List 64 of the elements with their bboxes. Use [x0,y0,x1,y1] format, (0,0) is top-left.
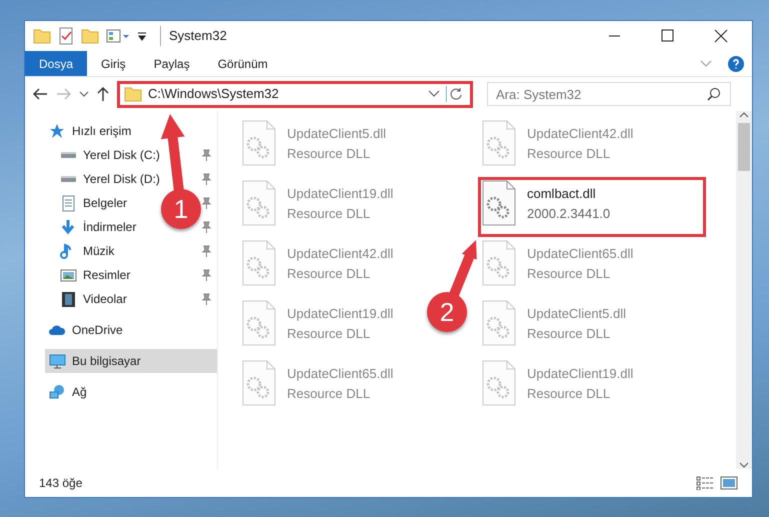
nav-item[interactable]: Hızlı erişim [45,119,136,143]
large-icons-view-icon[interactable] [720,476,738,490]
download-icon [60,218,77,236]
ribbon-tab[interactable]: Paylaş [140,51,204,76]
file-item[interactable]: UpdateClient5.dll Resource DLL [478,297,630,357]
properties-icon[interactable] [58,27,74,45]
nav-item[interactable]: Resimler [56,263,134,287]
file-item[interactable]: UpdateClient42.dll Resource DLL [238,237,396,297]
dropdown-icon[interactable] [428,90,440,98]
file-item[interactable]: UpdateClient42.dll Resource DLL [478,117,636,177]
view-options-icon[interactable] [106,28,130,44]
drive-icon [60,176,77,182]
folder-icon [124,85,142,103]
nav-item[interactable]: Videolar [56,287,131,311]
address-field[interactable]: C:\Windows\System32 [117,80,473,108]
docs-icon [60,194,77,212]
network-icon [49,384,66,400]
gear-file-icon [481,120,517,166]
ribbon-tab[interactable]: Görünüm [204,51,282,76]
scroll-thumb[interactable] [738,123,750,171]
recent-locations-icon[interactable] [79,90,89,98]
file-item[interactable]: UpdateClient5.dll Resource DLL [238,117,390,177]
scroll-up-icon[interactable] [739,111,749,119]
nav-item[interactable]: Belgeler [56,191,132,215]
pc-icon [49,352,66,370]
nav-item[interactable]: Yerel Disk (D:) [56,167,164,191]
file-item[interactable]: UpdateClient65.dll Resource DLL [238,357,396,417]
ribbon-tab[interactable]: Dosya [25,51,88,76]
file-item[interactable]: UpdateClient19.dll Resource DLL [238,177,396,237]
gear-file-icon [481,240,517,286]
details-view-icon[interactable] [696,476,714,490]
up-arrow-icon[interactable] [95,86,111,102]
file-item[interactable]: UpdateClient65.dll Resource DLL [478,237,636,297]
file-item[interactable]: comlbact.dll 2000.2.3441.0 [478,177,706,237]
customize-dropdown-icon[interactable] [137,30,147,42]
nav-item[interactable]: Ağ [45,380,91,404]
file-item[interactable]: UpdateClient19.dll Resource DLL [238,297,396,357]
gear-file-icon [241,120,277,166]
window-title: System32 [160,26,227,46]
gear-file-icon [481,360,517,406]
gear-file-icon [241,360,277,406]
gear-file-icon [241,180,277,226]
nav-item[interactable]: İndirmeler [56,215,140,239]
nav-item[interactable]: Yerel Disk (C:) [56,143,164,167]
nav-item[interactable]: Bu bilgisayar [45,349,217,373]
star-icon [49,122,66,140]
drive-icon [60,152,77,158]
video-icon [60,290,77,308]
ribbon-tab[interactable]: Giriş [87,51,140,76]
pictures-icon [60,266,77,284]
scrollbar[interactable] [736,111,752,469]
nav-item[interactable]: Müzik [56,239,118,263]
nav-item[interactable]: OneDrive [45,318,127,342]
back-arrow-icon[interactable] [31,87,49,101]
expand-ribbon-icon[interactable] [700,60,712,68]
gear-file-icon [241,240,277,286]
search-field[interactable]: Ara: System32 [487,82,731,106]
item-count: 143 öğe [39,475,82,492]
gear-file-icon [241,300,277,346]
help-icon[interactable] [728,56,744,72]
gear-file-icon [481,300,517,346]
scroll-down-icon[interactable] [739,461,749,469]
gear-file-icon [481,180,517,226]
file-item[interactable]: UpdateClient19.dll Resource DLL [478,357,636,417]
